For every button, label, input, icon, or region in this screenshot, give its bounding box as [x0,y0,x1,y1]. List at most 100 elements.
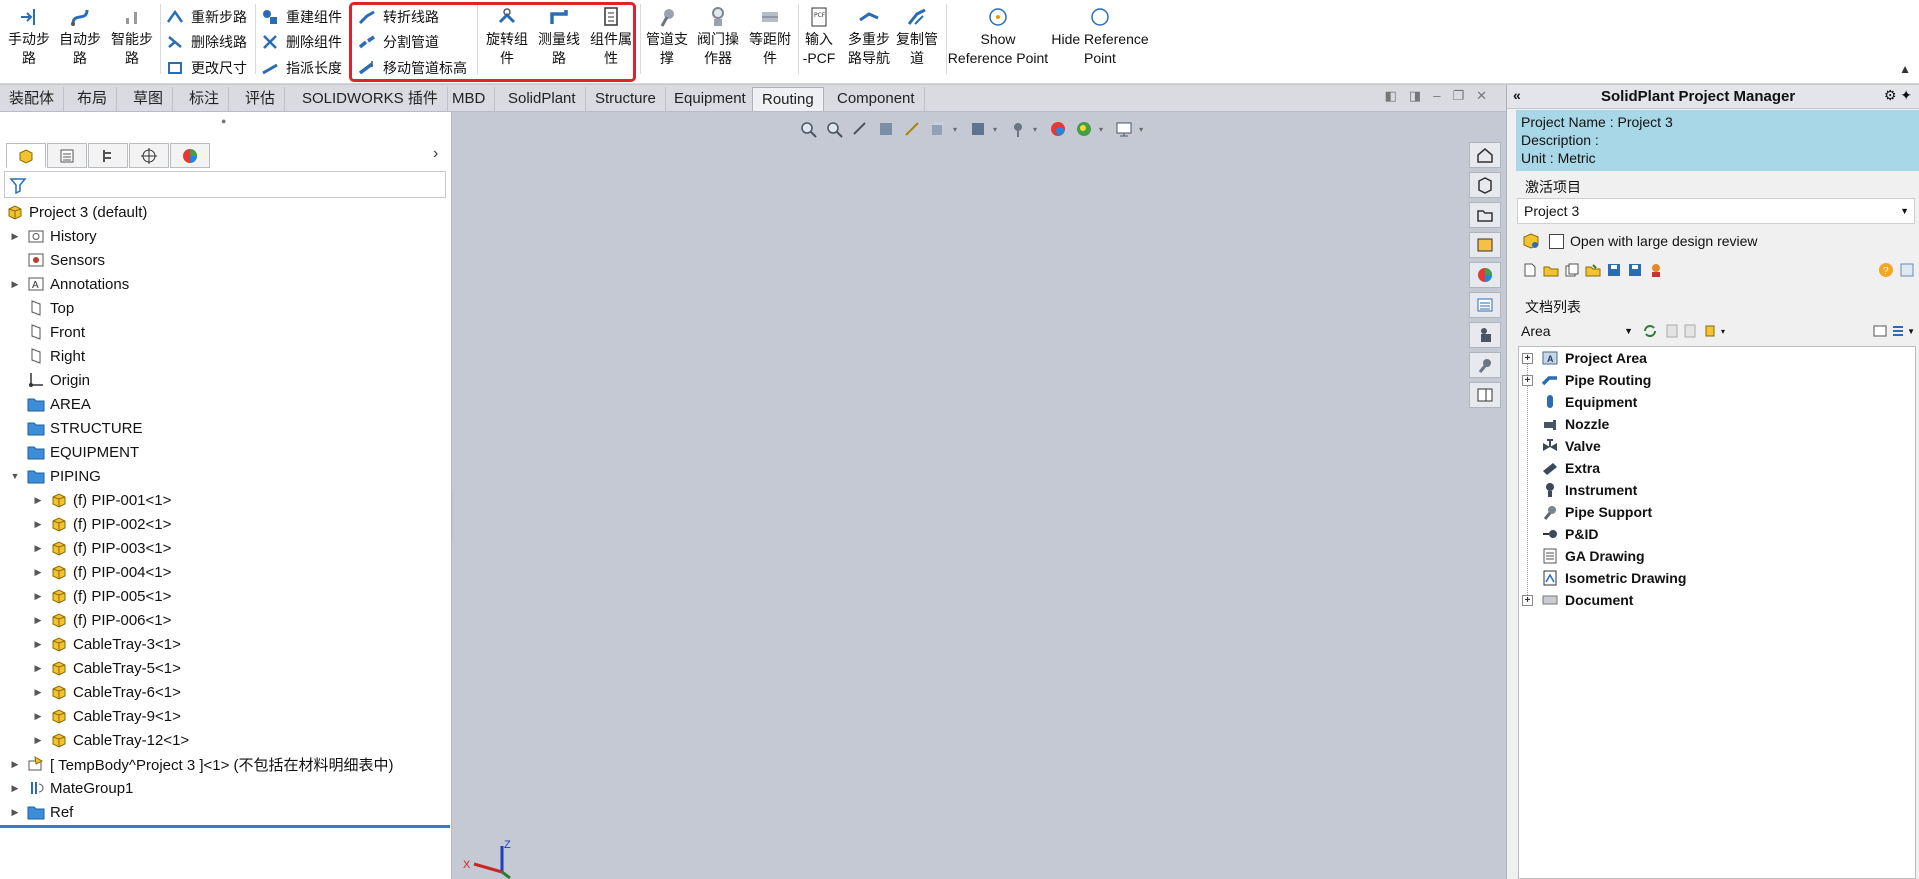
expand-arrow-icon[interactable]: ▶ [33,543,43,554]
tab-evaluate[interactable]: 评估 [236,87,286,111]
appearances-icon[interactable] [1469,262,1501,288]
manual-route-button[interactable]: 手动步 路 [2,4,56,68]
document-options-icon[interactable] [1703,322,1721,340]
doc-tree-item[interactable]: + Document [1519,589,1915,611]
tree-item[interactable]: EQUIPMENT [0,440,452,464]
tree-item[interactable]: ▶ CableTray-5<1> [0,656,452,680]
doc-tree-item[interactable]: Extra [1519,457,1915,479]
doc-tree-item[interactable]: Isometric Drawing [1519,567,1915,589]
tree-item[interactable]: ▶ Ref [0,800,452,824]
doc-tree-item[interactable]: Nozzle [1519,413,1915,435]
tree-item[interactable]: ▶ MateGroup1 [0,776,452,800]
tree-item[interactable]: Right [0,344,452,368]
doc-tree-item[interactable]: P&ID [1519,523,1915,545]
view-palette-icon[interactable] [1469,232,1501,258]
reroute-button[interactable]: 重新步路 [164,5,247,29]
restore-icon[interactable]: ❐ [1452,88,1464,104]
expand-arrow-icon[interactable]: ▶ [33,663,43,674]
copy-pipe-button[interactable]: 复制管 道 [890,4,944,68]
tile-left-icon[interactable]: ◧ [1385,88,1397,104]
previous-view-icon[interactable] [849,118,871,140]
tree-item[interactable]: ▶ A Annotations [0,272,452,296]
doc-tree-item[interactable]: Pipe Support [1519,501,1915,523]
expand-arrow-icon[interactable]: ▶ [33,615,43,626]
tree-item[interactable]: AREA [0,392,452,416]
tree-item[interactable]: ▶ CableTray-3<1> [0,632,452,656]
expand-arrow-icon[interactable]: ▶ [10,231,20,242]
view-settings-icon[interactable] [1113,118,1135,140]
assign-length-button[interactable]: 指派长度 [259,56,342,80]
configuration-manager-tab[interactable] [88,143,128,168]
expand-arrow-icon[interactable]: ▶ [33,735,43,746]
tab-structure[interactable]: Structure [586,87,666,111]
tree-item[interactable]: Front [0,320,452,344]
tree-item[interactable]: ▶ CableTray-9<1> [0,704,452,728]
tab-markup[interactable]: 标注 [180,87,230,111]
tile-right-icon[interactable]: ◨ [1409,88,1421,104]
expand-arrow-icon[interactable]: ▶ [33,495,43,506]
tree-item[interactable]: Origin [0,368,452,392]
tree-item[interactable]: ▶ (f) PIP-004<1> [0,560,452,584]
view-options-icon[interactable] [1889,322,1907,340]
tree-item[interactable]: ▶ (f) PIP-006<1> [0,608,452,632]
auto-route-button[interactable]: 自动步 路 [53,4,107,68]
collapse-panel-icon[interactable]: « [1513,87,1521,103]
zoom-to-fit-icon[interactable] [797,118,819,140]
doc-tree-item[interactable]: GA Drawing [1519,545,1915,567]
about-icon[interactable] [1898,261,1916,279]
expand-arrow-icon[interactable]: ▶ [33,519,43,530]
tree-item[interactable]: ▶ CableTray-12<1> [0,728,452,752]
tab-layout[interactable]: 布局 [68,87,118,111]
custom-properties-icon[interactable] [1469,292,1501,318]
property-manager-tab[interactable] [47,143,87,168]
hide-reference-point-button[interactable]: Hide Reference Point [1050,4,1150,68]
help-icon[interactable]: ? [1877,261,1895,279]
copy-project-icon[interactable] [1563,261,1581,279]
remove-document-icon[interactable] [1681,322,1699,340]
solidplant-manager-icon[interactable] [1469,322,1501,348]
area-filter-select[interactable]: Area ▼ [1517,320,1637,342]
expand-arrow-icon[interactable]: ▶ [33,591,43,602]
tree-item[interactable]: Sensors [0,248,452,272]
display-manager-tab[interactable] [170,143,210,168]
display-style-icon[interactable] [967,118,989,140]
new-project-icon[interactable] [1521,261,1539,279]
user-settings-icon[interactable] [1647,261,1665,279]
add-document-icon[interactable] [1663,322,1681,340]
tree-item[interactable]: ▶ (f) PIP-002<1> [0,512,452,536]
show-reference-point-button[interactable]: Show Reference Point [946,4,1050,68]
tab-assembly[interactable]: 装配体 [0,87,65,111]
close-icon[interactable]: ✕ [1476,88,1487,104]
expand-arrow-icon[interactable]: ▶ [33,639,43,650]
minimize-icon[interactable]: – [1433,88,1440,104]
feature-tree-tab[interactable] [6,143,46,168]
home-icon[interactable] [1469,142,1501,168]
tab-component[interactable]: Component [828,87,925,111]
tab-sketch[interactable]: 草图 [124,87,174,111]
doc-tree-item[interactable]: Valve [1519,435,1915,457]
section-view-icon[interactable] [875,118,897,140]
large-design-review-checkbox[interactable] [1549,233,1564,249]
tab-solidplant[interactable]: SolidPlant [499,87,586,111]
tab-solidworks-addins[interactable]: SOLIDWORKS 插件 [293,87,448,111]
expand-arrow-icon[interactable]: ▶ [33,711,43,722]
dynamic-annotation-icon[interactable] [901,118,923,140]
list-view-icon[interactable] [1871,322,1889,340]
view-orientation-icon[interactable] [927,118,949,140]
open-large-design-review-option[interactable]: Open with large design review [1521,231,1758,251]
open-project-icon[interactable] [1542,261,1560,279]
expanded-arrow-icon[interactable]: ▼ [10,471,20,481]
change-size-button[interactable]: 更改尺寸 [164,56,247,80]
panel-grip-icon[interactable]: ● [221,116,226,126]
active-project-select[interactable]: Project 3 ▼ [1517,198,1915,224]
dimxpert-tab[interactable] [129,143,169,168]
tree-item[interactable]: ▶ History [0,224,452,248]
tree-item[interactable]: STRUCTURE [0,416,452,440]
tab-mbd[interactable]: MBD [443,87,496,111]
tree-filter-field[interactable] [4,171,446,198]
doc-tree-item[interactable]: Equipment [1519,391,1915,413]
save-as-icon[interactable] [1626,261,1644,279]
panel-expand-arrow-icon[interactable]: › [433,145,438,163]
equidistant-attach-button[interactable]: 等距附 件 [743,4,797,68]
tree-item[interactable]: ▶ (f) PIP-001<1> [0,488,452,512]
